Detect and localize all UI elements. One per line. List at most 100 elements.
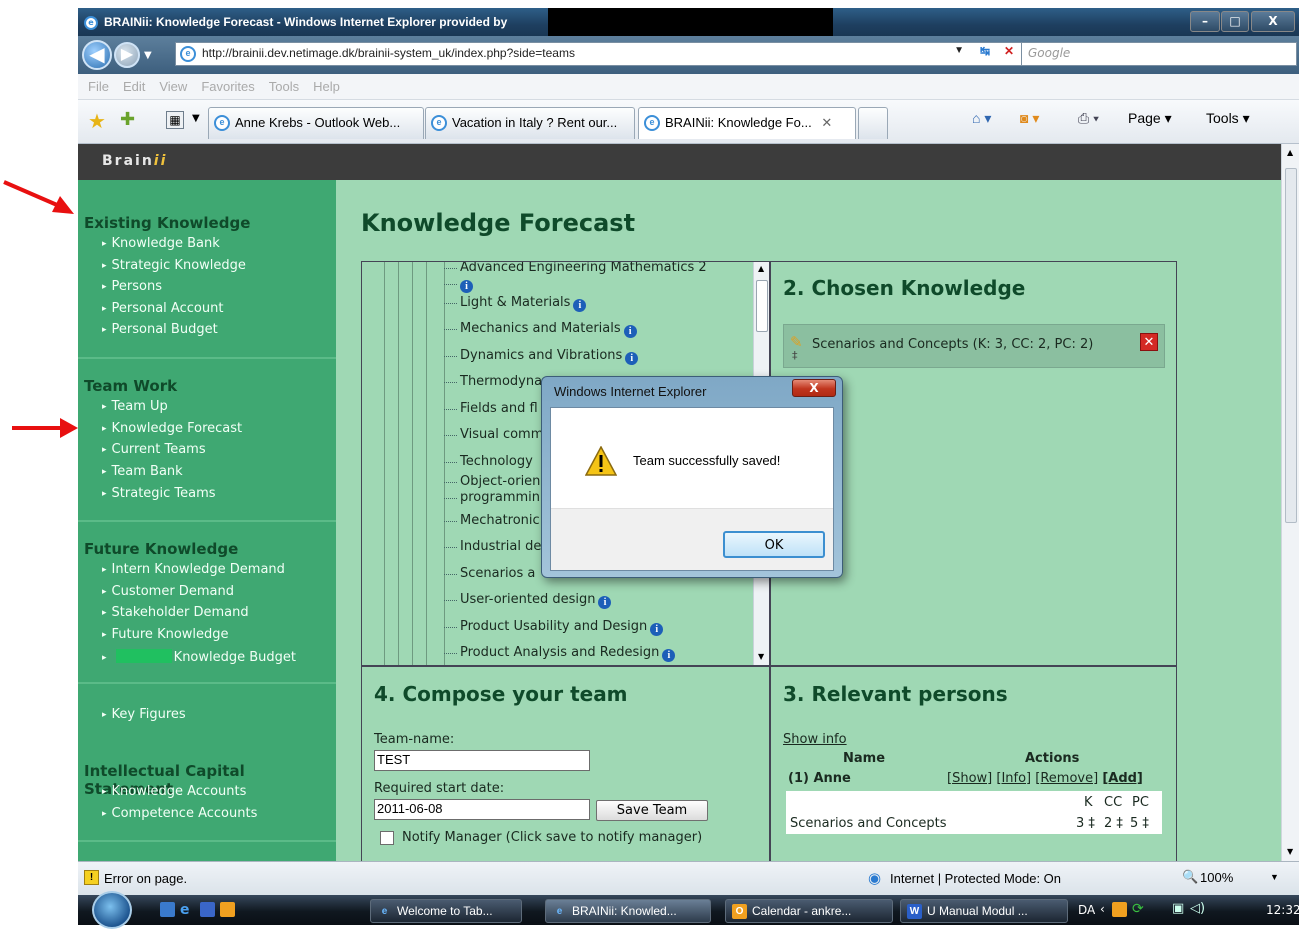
home-icon[interactable]: ⌂ ▾ xyxy=(972,110,991,127)
info-icon[interactable]: i xyxy=(598,596,612,609)
show-info-link[interactable]: Show info xyxy=(783,732,847,747)
tree-item[interactable]: Object-orien xyxy=(443,474,540,489)
scroll-up-icon[interactable]: ▲ xyxy=(1287,148,1293,157)
sync-tray-icon[interactable]: ⟳ xyxy=(1132,901,1144,917)
sidebar-item-customer-demand[interactable]: Customer Demand xyxy=(102,584,234,599)
save-team-button[interactable]: Save Team xyxy=(596,800,708,821)
start-date-input[interactable]: 2011-06-08 xyxy=(374,799,590,820)
chosen-knowledge-item[interactable]: ✎ ‡ Scenarios and Concepts (K: 3, CC: 2,… xyxy=(783,324,1165,368)
zoom-dropdown-icon[interactable]: ▼ xyxy=(1270,872,1279,882)
sidebar-item-competence-accounts[interactable]: Competence Accounts xyxy=(102,806,258,821)
scroll-down-icon[interactable]: ▼ xyxy=(1287,847,1293,856)
site-logo[interactable]: Brainii xyxy=(102,153,167,169)
taskbar-item-brainii[interactable]: e BRAINii: Knowled... xyxy=(545,899,711,923)
start-button[interactable] xyxy=(92,891,132,929)
sidebar-item-team-bank[interactable]: Team Bank xyxy=(102,464,183,479)
tree-item[interactable]: User-oriented design i xyxy=(443,592,612,609)
remove-link[interactable]: [Remove] xyxy=(1035,771,1098,786)
info-icon[interactable]: i xyxy=(650,623,664,636)
tree-item[interactable]: Fields and fl xyxy=(444,401,538,416)
scroll-down-icon[interactable]: ▼ xyxy=(758,652,764,661)
sidebar-section-team[interactable]: Team Work xyxy=(84,377,177,395)
page-scroll-thumb[interactable] xyxy=(1285,168,1297,523)
minimize-button[interactable]: – xyxy=(1190,11,1220,32)
scroll-up-icon[interactable]: ▲ xyxy=(758,264,764,273)
sidebar-section-existing[interactable]: Existing Knowledge xyxy=(84,214,250,232)
tree-item[interactable]: Thermodyna xyxy=(443,374,542,389)
tab-list-dropdown-icon[interactable]: ▼ xyxy=(192,113,200,124)
sidebar-item-strategic-teams[interactable]: Strategic Teams xyxy=(102,486,216,501)
url-input[interactable]: e http://brainii.dev.netimage.dk/brainii… xyxy=(175,42,1023,66)
tree-item[interactable]: Technology xyxy=(444,454,533,469)
maximize-button[interactable]: □ xyxy=(1221,11,1249,32)
sidebar-item-knowledge-bank[interactable]: Knowledge Bank xyxy=(102,236,220,251)
print-icon[interactable]: ⎙ ▾ xyxy=(1078,110,1099,127)
tree-item[interactable]: Mechatronic xyxy=(444,513,540,528)
sidebar-item-persons[interactable]: Persons xyxy=(102,279,162,294)
volume-tray-icon[interactable]: ◁) xyxy=(1190,901,1205,916)
add-link[interactable]: [Add] xyxy=(1102,771,1143,786)
info-icon[interactable]: i xyxy=(662,649,676,662)
search-icon[interactable]: ⚲ xyxy=(1263,45,1275,64)
search-input[interactable]: Google xyxy=(1021,42,1297,66)
ok-button[interactable]: OK xyxy=(723,531,825,558)
sidebar-item-strategic-knowledge[interactable]: Strategic Knowledge xyxy=(102,258,246,273)
taskbar-item-calendar[interactable]: O Calendar - ankre... xyxy=(725,899,893,923)
tree-item[interactable]: Product Analysis and Redesign i xyxy=(443,645,676,662)
close-tab-icon[interactable]: ✕ xyxy=(821,115,832,130)
status-error-text[interactable]: Error on page. xyxy=(104,871,187,886)
sidebar-item-personal-account[interactable]: Personal Account xyxy=(102,301,224,316)
menu-tools[interactable]: Tools xyxy=(269,79,299,94)
dialog-close-button[interactable]: X xyxy=(792,379,836,397)
sidebar-item-personal-budget[interactable]: Personal Budget xyxy=(102,322,218,337)
menu-view[interactable]: View xyxy=(159,79,187,94)
clock[interactable]: 12:32 xyxy=(1266,903,1299,917)
sidebar-item-knowledge-budget[interactable]: Knowledge Budget xyxy=(102,649,296,665)
tab-brainii[interactable]: e BRAINii: Knowledge Fo... ✕ xyxy=(638,107,856,139)
add-favorites-icon[interactable]: ✚ xyxy=(120,109,135,130)
tab-vacation[interactable]: e Vacation in Italy ? Rent our... xyxy=(425,107,635,139)
menu-help[interactable]: Help xyxy=(313,79,340,94)
taskbar-item-word[interactable]: W U Manual Modul ... xyxy=(900,899,1068,923)
info-icon[interactable]: i xyxy=(625,352,639,365)
quicklaunch-icon[interactable] xyxy=(200,902,215,917)
sidebar-item-current-teams[interactable]: Current Teams xyxy=(102,442,206,457)
tree-item[interactable]: Light & Materials i xyxy=(443,295,587,312)
tools-menu[interactable]: Tools ▾ xyxy=(1206,110,1250,127)
page-menu[interactable]: Page ▾ xyxy=(1128,110,1172,127)
sidebar-item-team-up[interactable]: Team Up xyxy=(102,399,168,414)
url-dropdown-icon[interactable]: ▼ xyxy=(954,45,964,56)
sidebar-item-stakeholder-demand[interactable]: Stakeholder Demand xyxy=(102,605,249,620)
quick-tabs-icon[interactable]: ▦ xyxy=(166,111,184,129)
show-desktop-icon[interactable] xyxy=(160,902,175,917)
info-link[interactable]: [Info] xyxy=(996,771,1031,786)
tree-item[interactable]: Mechanics and Materials i xyxy=(444,321,637,338)
info-icon[interactable]: i xyxy=(460,280,473,293)
outlook-quicklaunch-icon[interactable] xyxy=(220,902,235,917)
forward-button[interactable]: ▶ xyxy=(114,42,140,68)
warning-icon[interactable]: ! xyxy=(84,870,99,885)
tree-item-continued[interactable]: programmin xyxy=(443,490,540,505)
network-tray-icon[interactable]: ▣ xyxy=(1172,901,1184,916)
new-tab-button[interactable] xyxy=(858,107,888,139)
team-name-input[interactable]: TEST xyxy=(374,750,590,771)
favorites-star-icon[interactable]: ★ xyxy=(88,109,106,133)
tree-item[interactable]: Product Usability and Design i xyxy=(443,619,664,636)
sidebar-item-key-figures[interactable]: Key Figures xyxy=(102,707,186,722)
tree-item-info[interactable]: i xyxy=(444,276,473,293)
tree-item[interactable]: Scenarios a xyxy=(443,566,535,581)
sidebar-item-future-knowledge[interactable]: Future Knowledge xyxy=(102,627,229,642)
refresh-icon[interactable]: ↹ xyxy=(980,44,990,58)
sidebar-item-knowledge-forecast[interactable]: Knowledge Forecast xyxy=(102,421,243,436)
tab-outlook[interactable]: e Anne Krebs - Outlook Web... xyxy=(208,107,424,139)
show-link[interactable]: [Show] xyxy=(947,771,992,786)
stop-icon[interactable]: ✕ xyxy=(1004,44,1014,58)
notify-manager-checkbox[interactable] xyxy=(380,831,394,845)
menu-file[interactable]: File xyxy=(88,79,109,94)
feeds-icon[interactable]: ◙ ▾ xyxy=(1020,110,1039,127)
sidebar-item-intern-demand[interactable]: Intern Knowledge Demand xyxy=(102,562,285,577)
outlook-tray-icon[interactable] xyxy=(1112,902,1127,917)
security-zone-text[interactable]: Internet | Protected Mode: On xyxy=(890,871,1061,886)
tray-expand-icon[interactable]: ‹ xyxy=(1100,902,1105,916)
info-icon[interactable]: i xyxy=(573,299,587,312)
